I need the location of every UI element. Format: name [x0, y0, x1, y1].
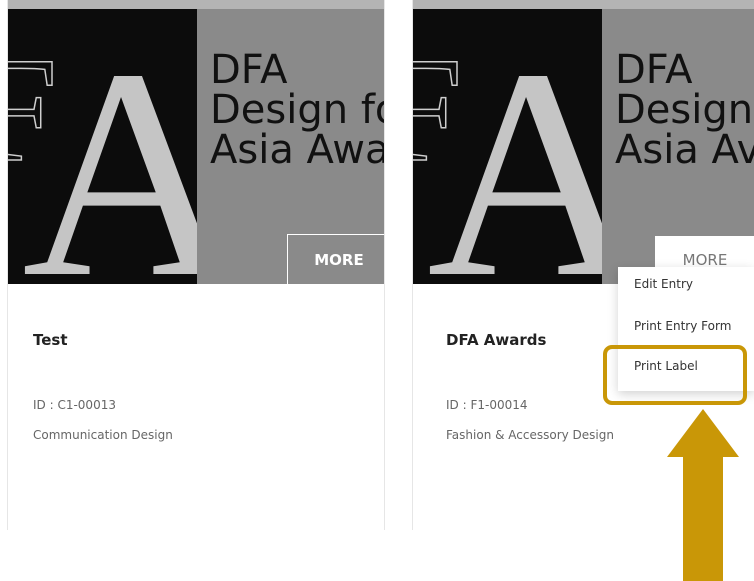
- banner-title: DFA Design Asia Av: [615, 50, 754, 170]
- dfa-logo: F A: [8, 9, 197, 284]
- card-banner-image: F A DFA Design fo Asia Awa MORE: [8, 0, 384, 284]
- banner-title-line: Design fo: [210, 87, 384, 133]
- card-banner-image: F A DFA Design Asia Av MORE: [413, 0, 754, 284]
- entry-card: F A DFA Design fo Asia Awa MORE Test ID …: [7, 0, 385, 530]
- menu-item-edit-entry[interactable]: Edit Entry: [634, 277, 693, 291]
- arrow-head-icon: [667, 409, 739, 457]
- banner-title-line: Design: [615, 87, 754, 133]
- banner-top-strip: [413, 0, 754, 9]
- entry-title: DFA Awards: [446, 331, 547, 349]
- arrow-shaft: [683, 455, 723, 581]
- banner-title: DFA Design fo Asia Awa: [210, 50, 384, 170]
- banner-title-line: DFA: [615, 47, 693, 93]
- more-button[interactable]: MORE: [287, 234, 384, 284]
- menu-item-print-entry-form[interactable]: Print Entry Form: [634, 319, 731, 333]
- logo-letter-a: A: [427, 23, 602, 284]
- dfa-logo: F A: [413, 9, 602, 284]
- entry-category: Fashion & Accessory Design: [446, 428, 614, 442]
- entry-id: ID : F1-00014: [446, 398, 528, 412]
- entry-category: Communication Design: [33, 428, 173, 442]
- banner-title-line: Asia Av: [615, 127, 754, 173]
- entry-title: Test: [33, 331, 68, 349]
- highlight-box: [603, 345, 747, 405]
- entry-id: ID : C1-00013: [33, 398, 116, 412]
- logo-letter-a: A: [22, 23, 197, 284]
- banner-top-strip: [8, 0, 384, 9]
- banner-title-line: DFA: [210, 47, 288, 93]
- banner-title-line: Asia Awa: [210, 127, 384, 173]
